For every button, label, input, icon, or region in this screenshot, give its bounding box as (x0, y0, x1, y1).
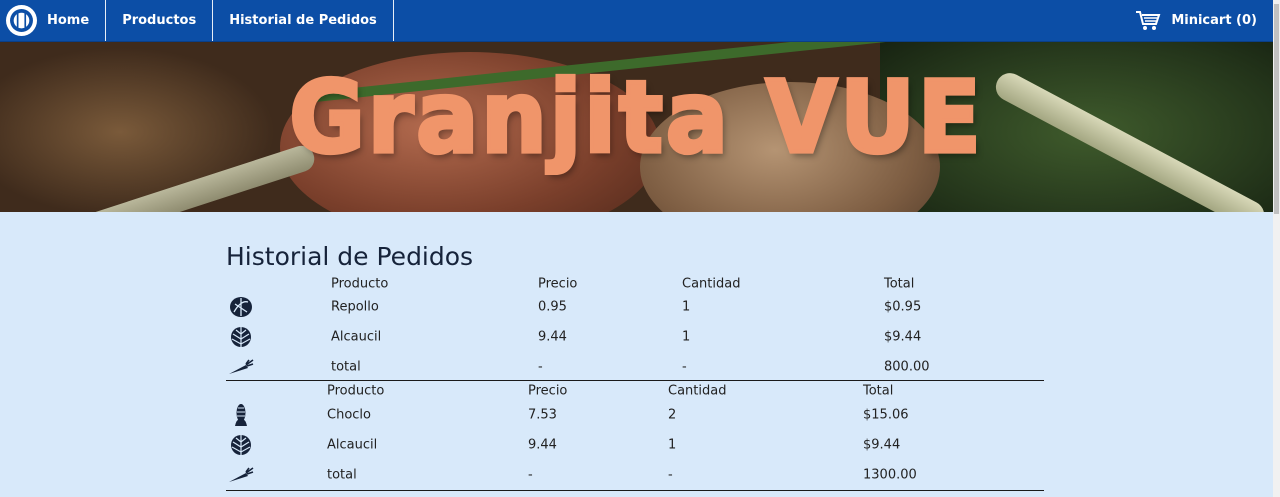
vertical-scrollbar[interactable] (1273, 0, 1280, 497)
scrollbar-thumb[interactable] (1274, 4, 1279, 214)
cell-cantidad: 2 (668, 407, 677, 423)
table-row: Choclo 7.53 2 $15.06 (226, 400, 1044, 430)
cell-precio: 9.44 (538, 329, 567, 345)
cell-precio: - (528, 467, 533, 483)
table-row-total: total - - 1300.00 (226, 460, 1044, 490)
order-history: Historial de Pedidos Producto Precio Can… (226, 238, 1044, 497)
shopping-cart-icon (1135, 10, 1161, 32)
table-header: Producto Precio Cantidad Total (226, 276, 1044, 292)
column-header-cantidad: Cantidad (668, 383, 727, 399)
carrot-icon (228, 464, 254, 486)
table-row: Alcaucil 9.44 1 $9.44 (226, 322, 1044, 352)
cell-precio: 9.44 (528, 437, 557, 453)
home-link[interactable]: Home (0, 0, 107, 41)
minicart-button[interactable]: Minicart (0) (1135, 0, 1273, 41)
table-row: Repollo 0.95 1 $0.95 (226, 292, 1044, 322)
banner-title: Granjita VUE (287, 58, 984, 178)
carrot-icon (228, 356, 254, 378)
column-header-cantidad: Cantidad (682, 276, 741, 292)
cell-total: 800.00 (884, 359, 930, 375)
artichoke-icon (228, 326, 254, 348)
cell-producto: total (327, 467, 357, 483)
corn-icon (228, 404, 254, 426)
cell-total: $0.95 (884, 299, 922, 315)
column-header-total: Total (863, 383, 894, 399)
cell-cantidad: 1 (668, 437, 677, 453)
column-header-producto: Producto (331, 276, 389, 292)
column-header-precio: Precio (528, 383, 568, 399)
order-table: Producto Precio Cantidad Total Repollo 0… (226, 276, 1044, 381)
cell-precio: 0.95 (538, 299, 567, 315)
cell-cantidad: - (668, 467, 673, 483)
cell-producto: Alcaucil (327, 437, 378, 453)
cell-producto: Repollo (331, 299, 379, 315)
cell-producto: total (331, 359, 361, 375)
nav-historial-de-pedidos[interactable]: Historial de Pedidos (213, 0, 394, 41)
table-header: Producto Precio Cantidad Total (226, 382, 1044, 400)
cell-total: 1300.00 (863, 467, 917, 483)
column-header-producto: Producto (327, 383, 385, 399)
cell-cantidad: - (682, 359, 687, 375)
home-label: Home (47, 13, 90, 28)
column-header-precio: Precio (538, 276, 578, 292)
cell-producto: Choclo (327, 407, 371, 423)
order-table: Producto Precio Cantidad Total Choclo 7.… (226, 382, 1044, 491)
cell-precio: - (538, 359, 543, 375)
navbar: Home Productos Historial de Pedidos Mini… (0, 0, 1273, 42)
cell-producto: Alcaucil (331, 329, 382, 345)
order-table: Producto Precio Cantidad Total (226, 491, 1044, 497)
cell-cantidad: 1 (682, 329, 691, 345)
cabbage-icon (228, 296, 254, 318)
column-header-total: Total (884, 276, 915, 292)
cell-total: $9.44 (863, 437, 901, 453)
cell-precio: 7.53 (528, 407, 557, 423)
nav-productos[interactable]: Productos (106, 0, 214, 41)
cell-total: $15.06 (863, 407, 909, 423)
table-row: Alcaucil 9.44 1 $9.44 (226, 430, 1044, 460)
hero-banner: Granjita VUE (0, 42, 1273, 212)
minicart-label: Minicart (0) (1171, 13, 1257, 28)
page-title: Historial de Pedidos (226, 242, 474, 271)
table-row-total: total - - 800.00 (226, 352, 1044, 382)
artichoke-icon (228, 434, 254, 456)
cell-total: $9.44 (884, 329, 922, 345)
restaurant-logo-icon (6, 5, 37, 36)
cell-cantidad: 1 (682, 299, 691, 315)
